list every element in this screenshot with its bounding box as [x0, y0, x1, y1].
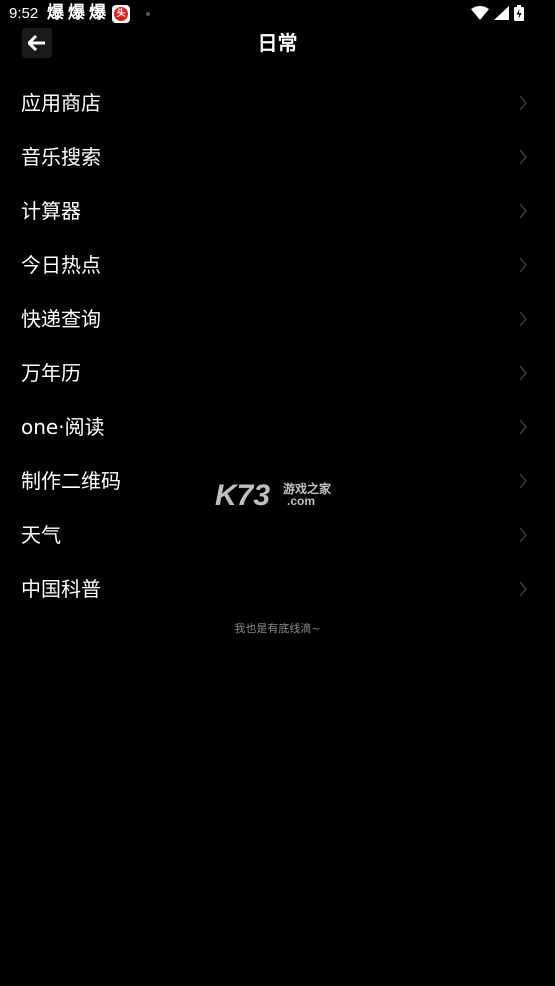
chevron-right-icon — [519, 311, 528, 327]
chevron-right-icon — [519, 473, 528, 489]
chevron-right-icon — [519, 581, 528, 597]
notification-icon: 爆 — [89, 3, 106, 23]
page-title: 日常 — [257, 31, 298, 55]
system-icons — [471, 5, 524, 21]
menu-item-label: 制作二维码 — [21, 469, 121, 493]
menu-item-label: 计算器 — [21, 199, 81, 223]
chevron-right-icon — [519, 95, 528, 111]
chevron-right-icon — [519, 419, 528, 435]
wifi-icon — [471, 6, 489, 20]
menu-item-label: 天气 — [21, 523, 61, 547]
menu-item-calendar[interactable]: 万年历 — [0, 346, 555, 400]
menu-item-one-reading[interactable]: one·阅读 — [0, 400, 555, 454]
menu-list: 应用商店 音乐搜索 计算器 今日热点 快递查询 万年历 one·阅读 制作二维码… — [0, 76, 555, 616]
chevron-right-icon — [519, 527, 528, 543]
svg-text:.com: .com — [287, 494, 315, 508]
menu-item-label: 今日热点 — [21, 253, 101, 277]
menu-item-label: 音乐搜索 — [21, 145, 101, 169]
menu-item-weather[interactable]: 天气 — [0, 508, 555, 562]
status-bar: 9:52 爆 爆 爆 头 — [0, 0, 555, 28]
notification-icons: 爆 爆 爆 头 — [47, 4, 150, 23]
menu-item-express-tracking[interactable]: 快递查询 — [0, 292, 555, 346]
menu-item-label: 应用商店 — [21, 91, 101, 115]
notification-icon: 爆 — [47, 3, 64, 23]
end-of-list-note: 我也是有底线滴~ — [234, 622, 321, 635]
menu-item-hot-news[interactable]: 今日热点 — [0, 238, 555, 292]
menu-item-calculator[interactable]: 计算器 — [0, 184, 555, 238]
more-notifications-dot-icon — [146, 11, 150, 16]
k73-watermark-logo: K73 游戏之家 .com — [215, 479, 332, 510]
svg-text:K73: K73 — [215, 479, 270, 510]
chevron-right-icon — [519, 257, 528, 273]
chevron-right-icon — [519, 203, 528, 219]
menu-item-label: 万年历 — [21, 361, 81, 385]
menu-item-label: 快递查询 — [21, 307, 101, 331]
chevron-right-icon — [519, 365, 528, 381]
menu-item-app-store[interactable]: 应用商店 — [0, 76, 555, 130]
menu-item-label: 中国科普 — [21, 577, 101, 601]
notification-icon: 爆 — [68, 3, 85, 23]
menu-item-music-search[interactable]: 音乐搜索 — [0, 130, 555, 184]
status-time: 9:52 — [9, 5, 39, 22]
chevron-right-icon — [519, 149, 528, 165]
menu-item-label: one·阅读 — [21, 415, 105, 439]
app-notification-icon: 头 — [112, 4, 130, 23]
menu-item-china-science[interactable]: 中国科普 — [0, 562, 555, 616]
signal-icon — [494, 6, 509, 20]
battery-icon — [514, 5, 524, 21]
